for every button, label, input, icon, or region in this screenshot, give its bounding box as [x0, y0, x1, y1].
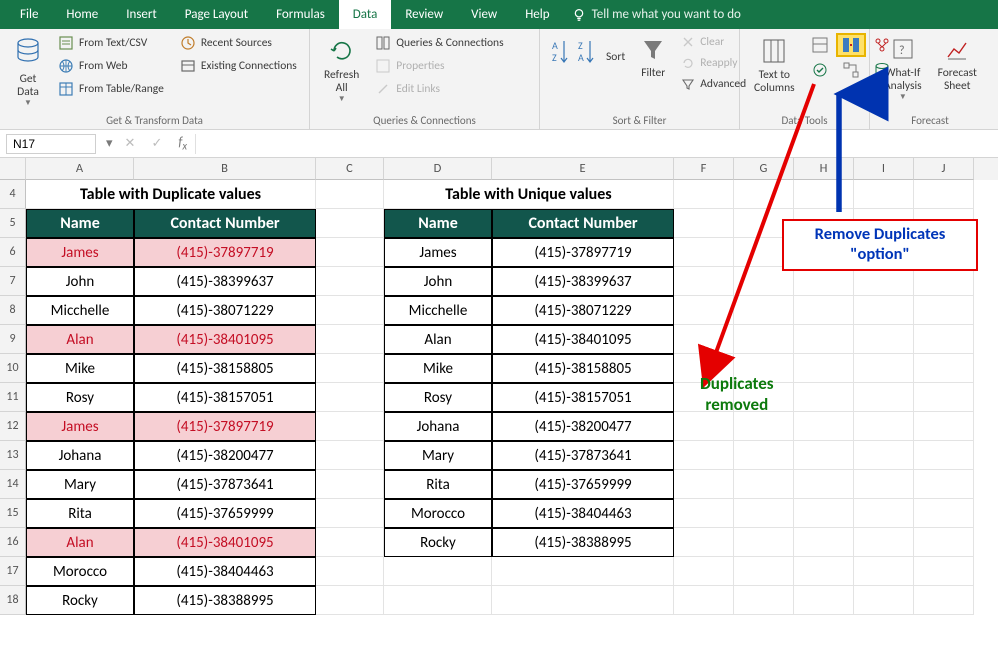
annotation-duplicates-removed: Duplicates removed	[700, 373, 774, 416]
annotation-remove-duplicates: Remove Duplicates "option"	[782, 219, 978, 271]
annotation-layer	[0, 0, 998, 647]
